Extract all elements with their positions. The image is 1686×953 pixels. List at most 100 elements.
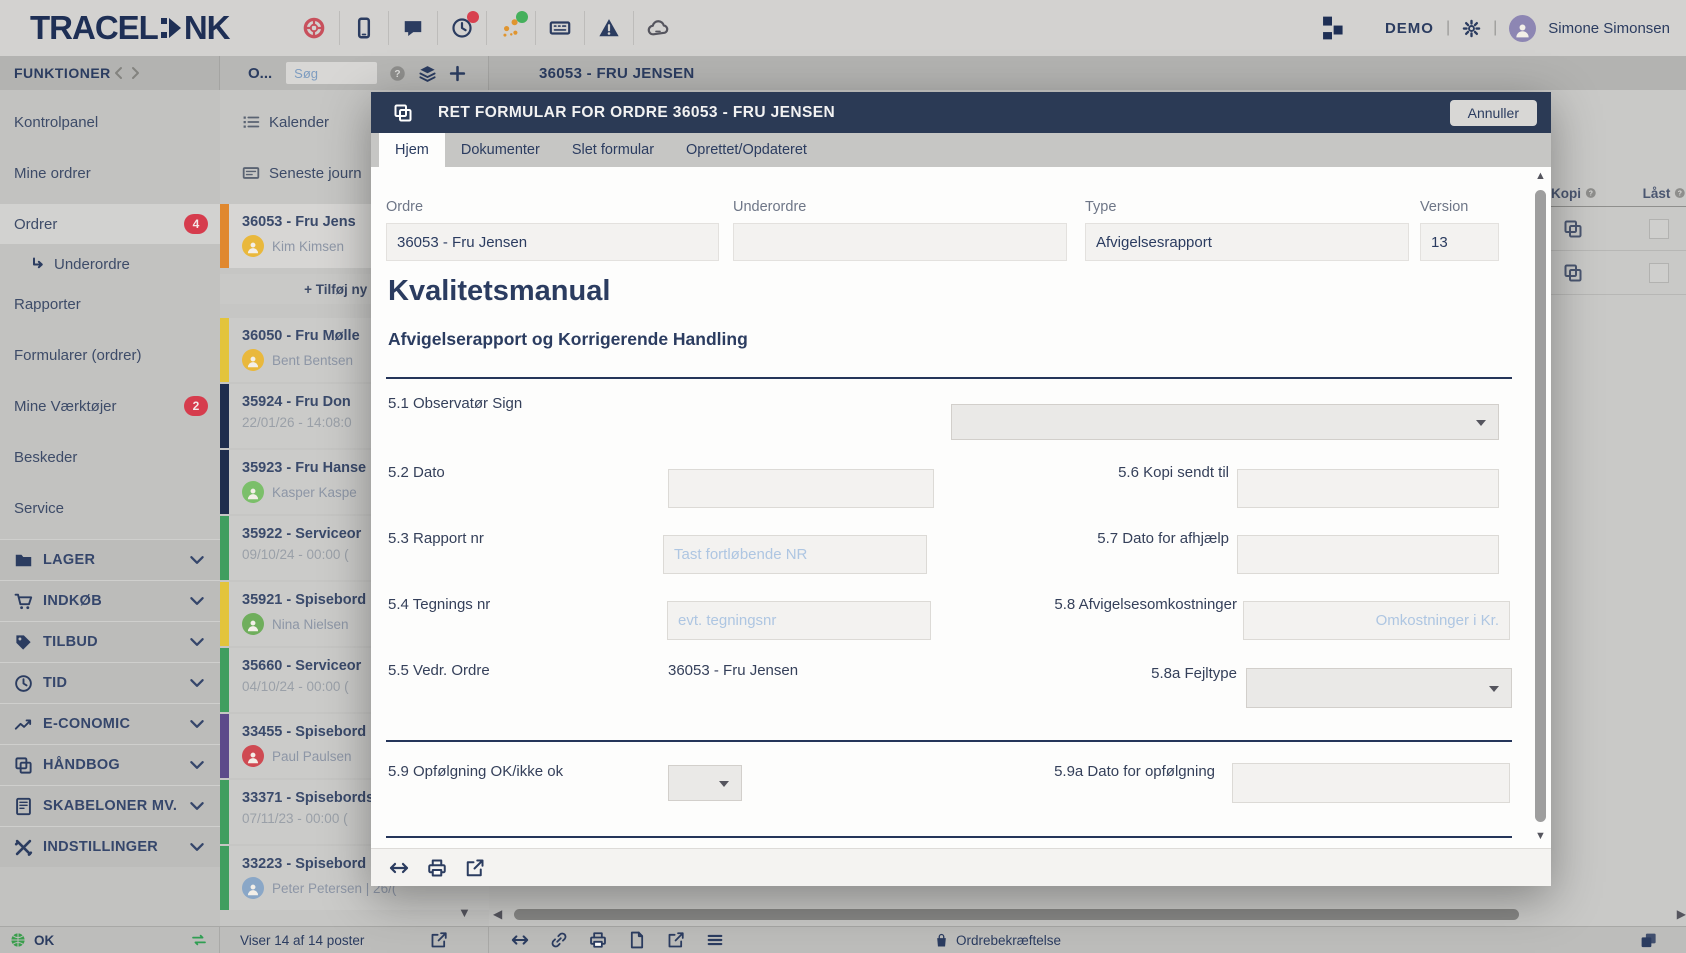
sidebar-item[interactable]: Kontrolpanel <box>0 102 220 142</box>
clock-icon <box>14 674 33 693</box>
locked-checkbox[interactable] <box>1649 219 1669 239</box>
header-toolbar-button[interactable] <box>584 11 633 45</box>
link-icon[interactable] <box>550 931 568 949</box>
horizontal-scrollbar[interactable]: ◀ ▶ <box>489 903 1686 925</box>
count-badge: 2 <box>184 396 208 416</box>
funktioner-header: FUNKTIONER <box>0 56 220 90</box>
header-toolbar-button[interactable] <box>633 11 682 45</box>
fejltype-dropdown[interactable] <box>1246 668 1512 708</box>
sidebar-item[interactable]: Service <box>0 488 220 528</box>
observator-sign-dropdown[interactable] <box>951 404 1499 440</box>
scroll-up-arrow[interactable]: ▲ <box>1535 170 1546 182</box>
locked-checkbox[interactable] <box>1649 263 1669 283</box>
sidebar-section[interactable]: INDKØB <box>0 580 220 621</box>
stack-icon[interactable] <box>1639 931 1658 950</box>
sidebar-item[interactable]: Ordrer 4 <box>0 204 220 244</box>
dato-for-opfolgning-input[interactable] <box>1232 763 1510 803</box>
sidebar-section[interactable]: HÅNDBOG <box>0 744 220 785</box>
sidebar-item[interactable]: Formularer (ordrer) <box>0 335 220 375</box>
pdf-icon[interactable] <box>628 931 646 949</box>
export-icon[interactable] <box>430 931 448 949</box>
modal-title: RET FORMULAR FOR ORDRE 36053 - FRU JENSE… <box>438 104 835 122</box>
sidebar-item[interactable]: Beskeder <box>0 437 220 477</box>
modal-tab[interactable]: Oprettet/Opdateret <box>670 133 823 167</box>
ordre-field[interactable]: 36053 - Fru Jensen <box>386 223 719 261</box>
sidebar-section[interactable]: TILBUD <box>0 621 220 662</box>
tegnings-nr-input[interactable] <box>667 601 931 640</box>
kopi-sendt-til-input[interactable] <box>1237 469 1499 508</box>
chevron-left-icon[interactable] <box>111 65 127 81</box>
scroll-right-arrow[interactable]: ▶ <box>1677 907 1686 921</box>
document-type-chip[interactable]: Ordrebekræftelse <box>934 933 1061 948</box>
sidebar-section[interactable]: E-CONOMIC <box>0 703 220 744</box>
user-name[interactable]: Simone Simonsen <box>1548 20 1670 37</box>
arrows-horizontal-icon[interactable] <box>511 931 529 949</box>
sidebar-item[interactable]: Rapporter <box>0 284 220 324</box>
help-icon[interactable]: ? <box>1585 185 1597 201</box>
add-icon[interactable] <box>449 65 466 82</box>
sidebar-section-label: TID <box>43 675 67 691</box>
gear-icon[interactable] <box>1462 19 1481 38</box>
statusbar-actions <box>511 931 724 949</box>
copy-icon <box>14 756 33 775</box>
avatar[interactable] <box>1509 15 1536 42</box>
export-icon[interactable] <box>667 931 685 949</box>
sidebar-item[interactable]: Mine Værktøjer 2 <box>0 386 220 426</box>
opfolgning-dropdown[interactable] <box>668 765 742 801</box>
pixel-grid-icon[interactable] <box>1319 15 1345 41</box>
type-field[interactable]: Afvigelsesrapport <box>1085 223 1409 261</box>
sidebar-section[interactable]: LAGER <box>0 539 220 580</box>
header-toolbar-button[interactable] <box>388 11 437 45</box>
app-logo[interactable]: TRACEL NK <box>30 9 230 47</box>
dato-input[interactable] <box>668 469 934 508</box>
layers-icon[interactable] <box>418 64 437 83</box>
orders-tab[interactable]: O... <box>248 65 272 82</box>
underordre-label: Underordre <box>733 199 806 215</box>
printer-icon[interactable] <box>589 931 607 949</box>
scrollbar-thumb[interactable] <box>514 909 1519 920</box>
copy-icon[interactable] <box>1563 263 1583 283</box>
header-toolbar-button[interactable] <box>486 11 535 45</box>
sidebar-item[interactable]: Underordre <box>0 244 220 284</box>
title-bar: 36053 - FRU JENSEN <box>489 56 1686 90</box>
rapport-nr-input[interactable] <box>663 535 927 574</box>
column-header-laast: Låst <box>1643 186 1671 201</box>
form-subheading: Afvigelserapport og Korrigerende Handlin… <box>388 329 748 350</box>
header-toolbar-button[interactable] <box>437 11 486 45</box>
dato-for-afhjaelp-input[interactable] <box>1237 535 1499 574</box>
chevron-right-icon[interactable] <box>127 65 143 81</box>
sidebar-item[interactable]: Mine ordrer <box>0 153 220 193</box>
search-input[interactable] <box>286 62 377 84</box>
list-icon <box>242 113 260 131</box>
printer-icon[interactable] <box>427 858 447 878</box>
menu-icon[interactable] <box>706 931 724 949</box>
afvigelsesomkostninger-input[interactable] <box>1243 601 1510 640</box>
order-card-person: Kim Kimsen <box>272 239 344 254</box>
help-icon[interactable]: ? <box>1674 185 1686 201</box>
avatar <box>242 481 264 503</box>
underordre-field[interactable] <box>733 223 1067 261</box>
help-icon[interactable]: ? <box>389 65 406 82</box>
arrows-horizontal-icon[interactable] <box>389 858 409 878</box>
copy-icon[interactable] <box>1563 219 1583 239</box>
sidebar-section[interactable]: INDSTILLINGER <box>0 826 220 867</box>
modal-tab[interactable]: Dokumenter <box>445 133 556 167</box>
vertical-scrollbar[interactable]: ▲ ▼ <box>1534 170 1547 842</box>
header-toolbar-button[interactable] <box>339 11 388 45</box>
sidebar-item-label: Beskeder <box>14 449 77 466</box>
cancel-button[interactable]: Annuller <box>1450 100 1537 126</box>
scroll-left-arrow[interactable]: ◀ <box>493 907 502 921</box>
sync-icon[interactable] <box>191 932 207 948</box>
version-field[interactable]: 13 <box>1420 223 1499 261</box>
chevron-down-icon <box>188 674 206 692</box>
scroll-down-arrow[interactable]: ▼ <box>1535 830 1546 842</box>
scrollbar-thumb[interactable] <box>1535 190 1546 822</box>
scroll-down-arrow[interactable]: ▼ <box>458 905 471 920</box>
modal-tab[interactable]: Slet formular <box>556 133 670 167</box>
sidebar-section[interactable]: TID <box>0 662 220 703</box>
sidebar-section[interactable]: SKABELONER MV. <box>0 785 220 826</box>
header-toolbar-button[interactable] <box>535 11 584 45</box>
modal-tab[interactable]: Hjem <box>379 133 445 167</box>
header-toolbar-button[interactable] <box>290 11 339 45</box>
export-icon[interactable] <box>465 858 485 878</box>
